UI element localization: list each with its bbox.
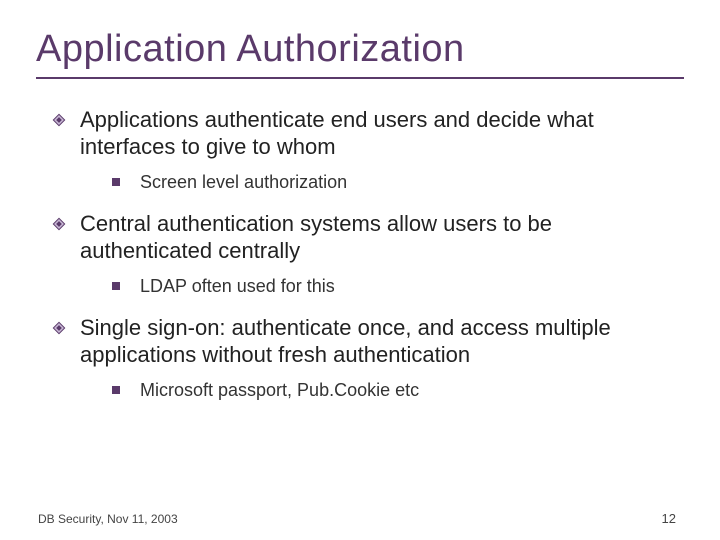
subbullet-text: LDAP often used for this (140, 276, 335, 296)
subbullet-text: Microsoft passport, Pub.Cookie etc (140, 380, 419, 400)
bullet-text: Central authentication systems allow use… (80, 211, 552, 263)
bullet-text: Applications authenticate end users and … (80, 107, 594, 159)
square-icon (112, 178, 120, 186)
diamond-icon (52, 217, 66, 231)
bullet-level2: LDAP often used for this (112, 275, 676, 298)
slide: Application Authorization Applications a… (0, 0, 720, 540)
diamond-icon (52, 113, 66, 127)
page-number: 12 (662, 511, 676, 526)
slide-content: Applications authenticate end users and … (36, 107, 684, 401)
bullet-level2: Microsoft passport, Pub.Cookie etc (112, 379, 676, 402)
square-icon (112, 282, 120, 290)
square-icon (112, 386, 120, 394)
footer-text: DB Security, Nov 11, 2003 (38, 512, 178, 526)
subbullet-text: Screen level authorization (140, 172, 347, 192)
bullet-level2: Screen level authorization (112, 171, 676, 194)
bullet-level1: Single sign-on: authenticate once, and a… (80, 315, 676, 369)
bullet-level1: Applications authenticate end users and … (80, 107, 676, 161)
bullet-level1: Central authentication systems allow use… (80, 211, 676, 265)
title-underline (36, 77, 684, 79)
diamond-icon (52, 321, 66, 335)
slide-title: Application Authorization (36, 28, 684, 71)
bullet-text: Single sign-on: authenticate once, and a… (80, 315, 611, 367)
